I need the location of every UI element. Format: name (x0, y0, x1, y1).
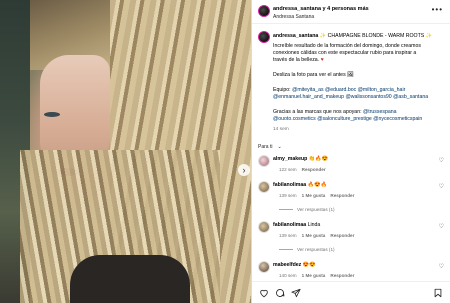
caption-gracias: Gracias a las marcas que nos apoyan: @tr… (273, 109, 397, 116)
view-replies-button[interactable]: Ver respuestas (1) (279, 206, 335, 214)
image-emoji-icon: 🖼 (347, 72, 354, 78)
comment-row: fabilanolimaa 🔥😍🔥 (273, 182, 327, 189)
chevron-right-icon: › (242, 165, 246, 175)
header-title[interactable]: andressa_santana y 4 personas más (273, 5, 369, 13)
view-replies-button[interactable]: Ver respuestas (1) (279, 246, 335, 254)
comment-likes[interactable]: 1 Me gusta (302, 193, 326, 198)
comment-avatar[interactable] (258, 155, 270, 167)
comment-username[interactable]: mabeelfdez (273, 262, 301, 268)
next-photo-button[interactable]: › (238, 164, 250, 176)
reply-button[interactable]: Responder (330, 193, 354, 198)
caption-line-2: conexiones cálidas con este espectacular… (273, 50, 417, 56)
brand-tag-1[interactable]: @trussespana (363, 109, 397, 115)
like-icon[interactable] (259, 288, 269, 298)
caption-equipo-1: Equipo: @miteyita_as @eduard.boc @milton… (273, 87, 405, 94)
like-comment-icon[interactable]: ♡ (439, 263, 444, 271)
caption-author[interactable]: andressa_santana (273, 33, 318, 39)
post-header: andressa_santana y 4 personas más Andres… (252, 0, 450, 24)
more-options-icon[interactable]: ••• (432, 6, 443, 14)
heart-emoji-icon: ♥ (320, 57, 324, 63)
comment-username[interactable]: fabilanolimaa (273, 182, 306, 188)
comment-icon[interactable] (275, 288, 285, 298)
comment-meta: 122 sem Responder (279, 166, 331, 174)
comment-row: fabilanolimaa Linda (273, 222, 320, 229)
comment-text: Linda (307, 222, 321, 228)
replies-line (279, 209, 293, 211)
like-comment-icon[interactable]: ♡ (439, 223, 444, 231)
comment-text: 👏🔥😍 (308, 156, 329, 162)
replies-line (279, 249, 293, 251)
comment-time: 122 sem (279, 167, 297, 172)
caption-brands[interactable]: @ouoto.cosmetics @salonculture_prestige … (273, 116, 422, 123)
caption-time: 14 sem (273, 127, 289, 132)
share-icon[interactable] (291, 288, 301, 298)
comment-avatar[interactable] (258, 181, 270, 193)
bookmark-icon[interactable] (433, 288, 443, 298)
comment-avatar[interactable] (258, 221, 270, 233)
equipo-label: Equipo: (273, 87, 291, 93)
caption-desliza: Desliza la foto para ver el antes 🖼 (273, 72, 354, 79)
comment-time: 139 sem (279, 233, 297, 238)
like-comment-icon[interactable]: ♡ (439, 157, 444, 165)
reply-button[interactable]: Responder (330, 273, 354, 278)
chevron-down-icon: ⌄ (277, 144, 282, 150)
reply-button[interactable]: Responder (302, 167, 326, 172)
caption-line-3: través de la belleza. ♥ (273, 57, 324, 64)
comment-likes[interactable]: 1 Me gusta (302, 273, 326, 278)
desliza-text: Desliza la foto para ver el antes (273, 72, 346, 78)
view-replies-label: Ver respuestas (1) (297, 207, 335, 212)
comment-likes[interactable]: 1 Me gusta (302, 233, 326, 238)
comment-meta: 140 sem 1 Me gusta Responder (279, 272, 359, 280)
comment-row: mabeelfdez 😍😍 (273, 262, 316, 269)
comment-time: 140 sem (279, 273, 297, 278)
header-subtitle: Andressa Santana (273, 14, 315, 20)
photo-shirt (70, 255, 190, 303)
comment-username[interactable]: fabilanolimaa (273, 222, 306, 228)
reply-button[interactable]: Responder (330, 233, 354, 238)
photo-eye (44, 112, 60, 117)
view-replies-label: Ver respuestas (1) (297, 247, 335, 252)
comment-meta: 139 sem 1 Me gusta Responder (279, 232, 359, 240)
caption-line-1: Increíble resultado de la formación del … (273, 43, 421, 49)
sparkle-icon: ✨ (319, 33, 327, 39)
action-bar (252, 281, 450, 303)
post-side-panel: andressa_santana y 4 personas más Andres… (252, 0, 450, 303)
comment-row: almy_makeup 👏🔥😍 (273, 156, 328, 163)
caption-equipo-2[interactable]: @enmanuel.hair_and_makeup @walissonsanto… (273, 94, 428, 101)
equipo-tags-1[interactable]: @miteyita_as @eduard.boc @milton_garcia_… (292, 87, 405, 93)
comment-username[interactable]: almy_makeup (273, 156, 307, 162)
post-photo[interactable]: › (0, 0, 251, 303)
caption-avatar[interactable] (258, 31, 270, 43)
comment-filter-label: Para ti (258, 144, 273, 150)
like-comment-icon[interactable]: ♡ (439, 183, 444, 191)
author-avatar[interactable] (258, 5, 270, 17)
sparkle-icon: ✨ (425, 33, 433, 39)
caption-title: CHAMPAGNE BLONDE - WARM ROOTS (327, 33, 425, 39)
comment-time: 139 sem (279, 193, 297, 198)
comment-filter[interactable]: Para ti ⌄ (258, 143, 287, 151)
gracias-text: Gracias a las marcas que nos apoyan: (273, 109, 362, 115)
comment-meta: 139 sem 1 Me gusta Responder (279, 192, 359, 200)
comment-text: 🔥😍🔥 (307, 182, 327, 188)
caption-line-3-text: través de la belleza. (273, 57, 320, 63)
comment-avatar[interactable] (258, 261, 270, 273)
comment-text: 😍😍 (302, 262, 316, 268)
caption-title-line: andressa_santana ✨ CHAMPAGNE BLONDE - WA… (273, 33, 432, 40)
